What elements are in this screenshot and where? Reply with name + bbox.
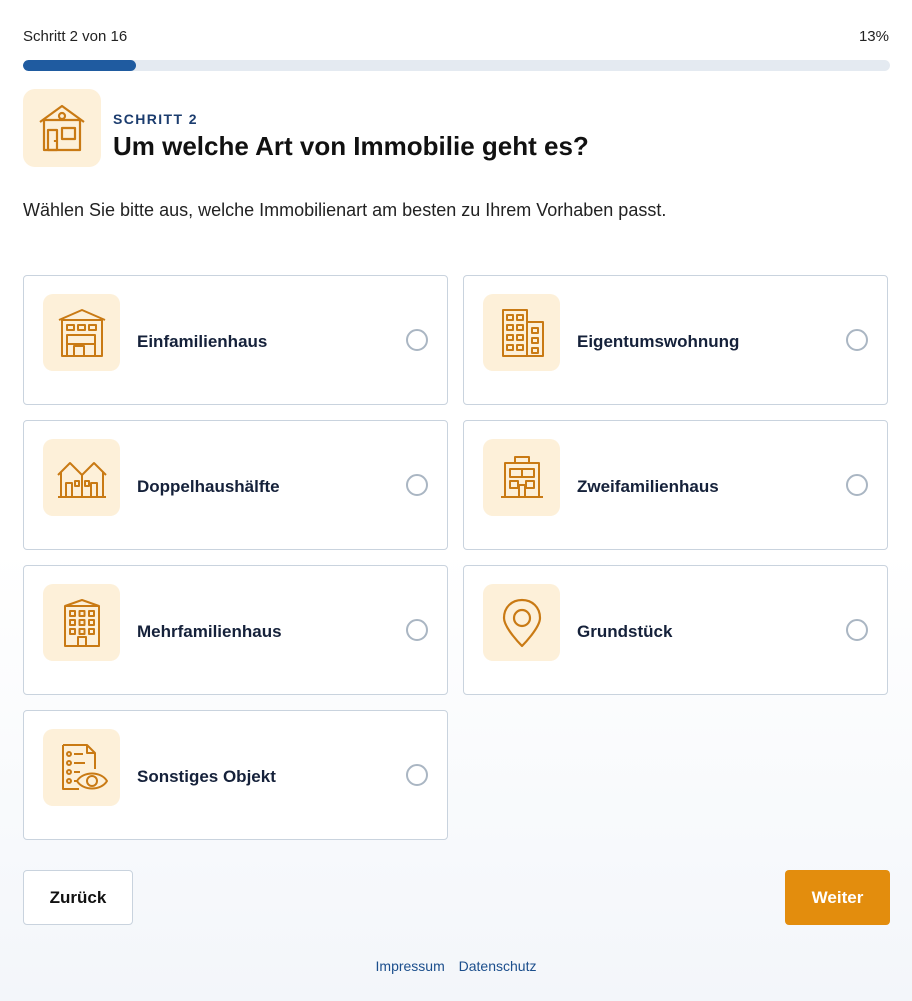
option-radio[interactable] — [846, 329, 868, 351]
option-card-eigentumswohnung[interactable]: Eigentumswohnung — [463, 275, 888, 405]
option-card-sonstiges-objekt[interactable]: Sonstiges Objekt — [23, 710, 448, 840]
apartment-building-icon — [483, 294, 560, 371]
next-button[interactable]: Weiter — [785, 870, 890, 925]
option-radio[interactable] — [406, 474, 428, 496]
document-eye-icon — [43, 729, 120, 806]
progress-percent: 13% — [858, 28, 889, 45]
two-family-house-icon — [483, 439, 560, 516]
option-label: Sonstiges Objekt — [137, 767, 276, 786]
option-label: Einfamilienhaus — [137, 332, 268, 351]
page-subtitle: Wählen Sie bitte aus, welche Immobiliena… — [23, 200, 667, 220]
option-label: Mehrfamilienhaus — [137, 622, 282, 641]
progress-bar — [23, 60, 890, 71]
option-label: Doppelhaushälfte — [137, 477, 280, 496]
option-radio[interactable] — [406, 329, 428, 351]
option-radio[interactable] — [846, 619, 868, 641]
multi-family-house-icon — [43, 584, 120, 661]
footer-links: Impressum Datenschutz — [0, 958, 912, 974]
semi-detached-house-icon — [43, 439, 120, 516]
progress-bar-fill — [23, 60, 136, 71]
option-card-doppelhaushaelfte[interactable]: Doppelhaushälfte — [23, 420, 448, 550]
option-label: Grundstück — [577, 622, 673, 641]
impressum-link[interactable]: Impressum — [376, 958, 445, 974]
step-kicker: SCHRITT 2 — [113, 111, 198, 127]
option-card-mehrfamilienhaus[interactable]: Mehrfamilienhaus — [23, 565, 448, 695]
option-card-einfamilienhaus[interactable]: Einfamilienhaus — [23, 275, 448, 405]
option-label: Eigentumswohnung — [577, 332, 740, 351]
back-button[interactable]: Zurück — [23, 870, 133, 925]
detached-house-icon — [43, 294, 120, 371]
datenschutz-link[interactable]: Datenschutz — [459, 958, 537, 974]
option-card-grundstueck[interactable]: Grundstück — [463, 565, 888, 695]
option-card-zweifamilienhaus[interactable]: Zweifamilienhaus — [463, 420, 888, 550]
option-radio[interactable] — [846, 474, 868, 496]
map-pin-icon — [483, 584, 560, 661]
house-icon — [23, 89, 101, 167]
page-title: Um welche Art von Immobilie geht es? — [113, 131, 589, 161]
option-radio[interactable] — [406, 764, 428, 786]
option-radio[interactable] — [406, 619, 428, 641]
option-label: Zweifamilienhaus — [577, 477, 719, 496]
progress-step-text: Schritt 2 von 16 — [23, 28, 128, 45]
